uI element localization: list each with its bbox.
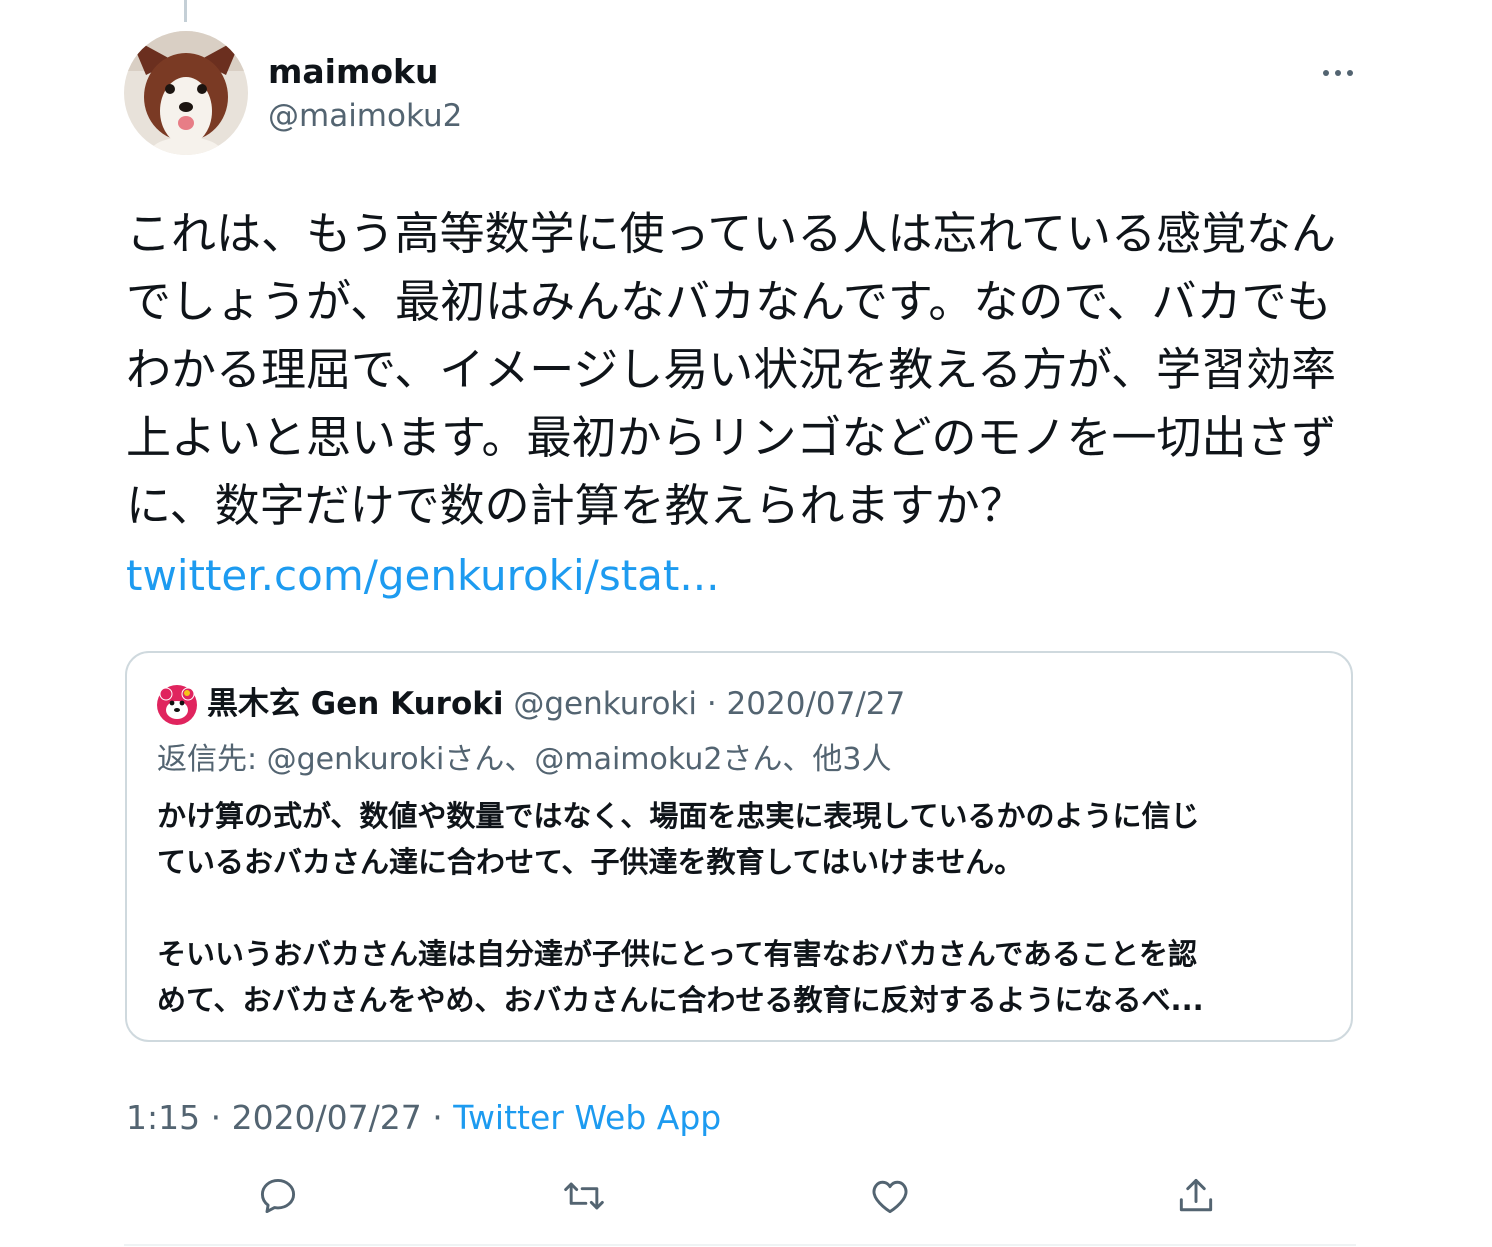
tweet-text-line: でしょうが、最初はみんなバカなんです。なので、バカでも bbox=[126, 275, 1332, 328]
quoted-author-avatar bbox=[157, 685, 197, 725]
author-avatar[interactable] bbox=[124, 31, 248, 155]
share-button[interactable] bbox=[1174, 1174, 1218, 1218]
tweet-text-line: これは、もう高等数学に使っている人は忘れている感覚なん bbox=[126, 207, 1337, 260]
divider bbox=[124, 1244, 1356, 1246]
like-icon bbox=[872, 1180, 908, 1214]
tweet-text-line: わかる理屈で、イメージし易い状況を教える方が、学習効率 bbox=[126, 343, 1337, 396]
tweet-text-line: 上よいと思います。最初からリンゴなどのモノを一切出さず bbox=[126, 411, 1337, 464]
quoted-text-line: そいいうおバカさん達は自分達が子供にとって有害なおバカさんであることを認 bbox=[157, 937, 1197, 971]
reply-icon bbox=[260, 1178, 296, 1214]
quoted-author-handle-date: @genkuroki · 2020/07/27 bbox=[503, 686, 906, 722]
author-name[interactable]: maimoku bbox=[268, 50, 438, 94]
quoted-tweet-header: 黒木玄 Gen Kuroki @genkuroki · 2020/07/27 bbox=[207, 681, 905, 727]
tweet-text-line: に、数字だけで数の計算を教えられますか？ bbox=[126, 479, 1025, 532]
quoted-tweet-card[interactable]: 黒木玄 Gen Kuroki @genkuroki · 2020/07/27 返… bbox=[125, 651, 1353, 1042]
quoted-text-line: かけ算の式が、数値や数量ではなく、場面を忠実に表現しているかのように信じ bbox=[157, 799, 1200, 833]
thread-connector-line bbox=[184, 0, 187, 22]
more-options-icon[interactable] bbox=[1318, 58, 1358, 88]
share-icon bbox=[1179, 1178, 1213, 1212]
tweet-link[interactable]: twitter.com/genkuroki/stat... bbox=[126, 542, 719, 610]
tweet-text: これは、もう高等数学に使っている人は忘れている感覚なん でしょうが、最初はみんな… bbox=[126, 200, 1358, 540]
quoted-author-name: 黒木玄 Gen Kuroki bbox=[207, 686, 504, 722]
like-button[interactable] bbox=[868, 1174, 912, 1218]
quoted-reply-to: 返信先: @genkurokiさん、@maimoku2さん、他3人 bbox=[157, 742, 892, 777]
time-date[interactable]: 1:15 · 2020/07/27 · bbox=[126, 1098, 453, 1137]
quoted-text-line: めて、おバカさんをやめ、おバカさんに合わせる教育に反対するようになるべ... bbox=[157, 983, 1204, 1017]
tweet-timestamp: 1:15 · 2020/07/27 · Twitter Web App bbox=[126, 1094, 721, 1142]
retweet-icon bbox=[564, 1182, 604, 1210]
retweet-button[interactable] bbox=[562, 1174, 606, 1218]
quoted-tweet-text: かけ算の式が、数値や数量ではなく、場面を忠実に表現しているかのように信じ ている… bbox=[157, 793, 1327, 1023]
author-handle[interactable]: @maimoku2 bbox=[268, 94, 462, 138]
reply-button[interactable] bbox=[256, 1174, 300, 1218]
tweet-source[interactable]: Twitter Web App bbox=[453, 1098, 721, 1137]
quoted-text-line: ているおバカさん達に合わせて、子供達を教育してはいけません。 bbox=[157, 845, 1024, 879]
